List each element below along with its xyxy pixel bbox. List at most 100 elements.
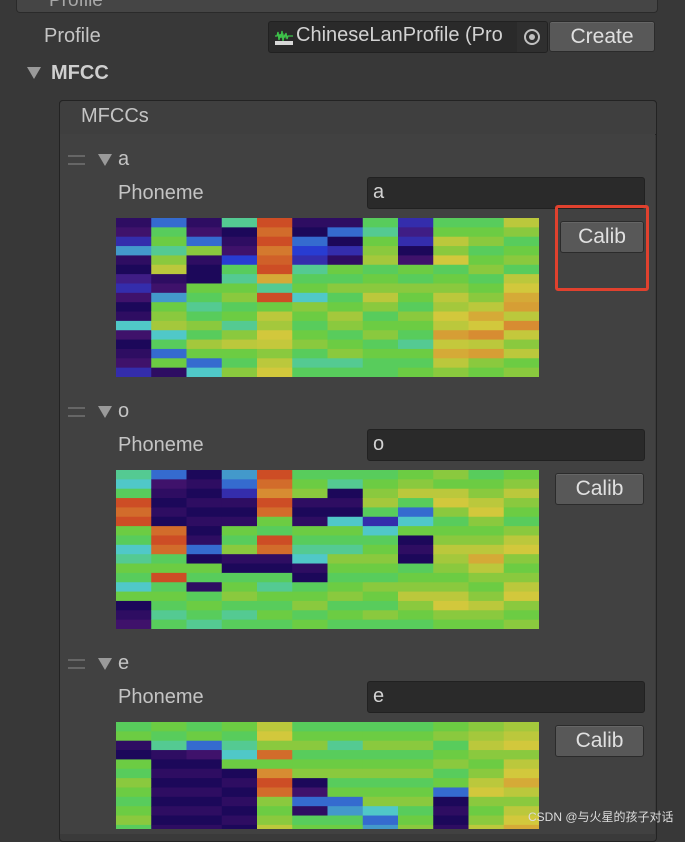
heatmap-cell [257, 582, 293, 593]
phoneme-label: Phoneme [118, 434, 204, 456]
heatmap-cell [362, 824, 399, 829]
heatmap-cell [151, 358, 187, 369]
heatmap-cell [433, 554, 469, 565]
heatmap-cell [292, 796, 328, 807]
heatmap-cell [257, 246, 293, 256]
heatmap-cell [116, 768, 152, 779]
heatmap-cell [327, 731, 364, 742]
mfcc-foldout-arrow-icon[interactable] [27, 67, 41, 79]
heatmap-cell [327, 339, 364, 350]
phoneme-input[interactable]: o [367, 429, 645, 461]
heatmap-cell [468, 283, 505, 294]
heatmap-cell [151, 731, 187, 742]
heatmap-cell [292, 330, 328, 341]
heatmap-cell [151, 796, 187, 807]
heatmap-cell [186, 572, 223, 583]
heatmap-cell [468, 610, 505, 621]
heatmap-cell [327, 274, 364, 284]
heatmap-cell [151, 600, 187, 611]
heatmap-cell [327, 535, 364, 546]
create-button[interactable]: Create [549, 21, 655, 52]
heatmap-cell [362, 470, 399, 480]
heatmap-cell [116, 806, 152, 817]
heatmap-cell [503, 255, 539, 266]
heatmap-cell [151, 824, 187, 829]
heatmap-cell [362, 236, 399, 247]
calib-button[interactable]: Calib [555, 725, 644, 757]
heatmap-cell [468, 339, 505, 350]
heatmap-cell [433, 544, 469, 555]
heatmap-cell [292, 750, 328, 760]
heatmap-cell [116, 591, 152, 602]
heatmap-cell [292, 806, 328, 817]
heatmap-cell [503, 274, 539, 284]
object-picker-icon [524, 29, 540, 45]
heatmap-cell [151, 246, 187, 256]
item-name[interactable]: o [118, 400, 129, 423]
heatmap-cell [257, 283, 293, 294]
heatmap-cell [433, 302, 469, 313]
heatmap-cell [151, 470, 187, 480]
heatmap-cell [151, 255, 187, 266]
heatmap-cell [503, 582, 539, 593]
heatmap-cell [398, 572, 434, 583]
heatmap-cell [151, 535, 187, 546]
calib-button[interactable]: Calib [555, 473, 644, 505]
profile-object-field[interactable]: ChineseLanProfile (Pro [268, 21, 548, 53]
heatmap-cell [151, 367, 187, 377]
heatmap-cell [257, 302, 293, 313]
header-strip-label: Profile [49, 0, 103, 11]
heatmap-cell [503, 246, 539, 256]
heatmap-cell [221, 535, 258, 546]
heatmap-cell [257, 311, 293, 322]
heatmap-cell [186, 488, 223, 499]
object-picker-button[interactable] [517, 22, 547, 52]
heatmap-cell [398, 806, 434, 817]
heatmap-cell [468, 488, 505, 499]
heatmap-cell [433, 750, 469, 760]
item-name[interactable]: e [118, 652, 129, 675]
drag-handle-icon[interactable] [68, 155, 85, 165]
heatmap-cell [503, 554, 539, 565]
heatmap-cell [327, 302, 364, 313]
heatmap-cell [116, 311, 152, 322]
heatmap-cell [292, 768, 328, 779]
mfcc-foldout-label[interactable]: MFCC [51, 62, 109, 85]
heatmap-cell [433, 488, 469, 499]
heatmap-cell [151, 554, 187, 565]
phoneme-input[interactable]: e [367, 681, 645, 713]
heatmap-cell [398, 292, 434, 303]
heatmap-cell [503, 731, 539, 742]
heatmap-cell [433, 600, 469, 611]
heatmap-cell [257, 479, 293, 490]
heatmap-cell [433, 498, 469, 508]
heatmap-cell [257, 796, 293, 807]
heatmap-cell [257, 227, 293, 238]
heatmap-cell [292, 619, 328, 629]
heatmap-cell [362, 488, 399, 499]
heatmap-cell [186, 582, 223, 593]
drag-handle-icon[interactable] [68, 659, 85, 669]
heatmap-cell [257, 255, 293, 266]
heatmap-cell [151, 544, 187, 555]
heatmap-cell [257, 778, 293, 788]
heatmap-cell [433, 255, 469, 266]
calib-button[interactable]: Calib [560, 221, 644, 253]
heatmap-cell [257, 526, 293, 536]
heatmap-cell [433, 283, 469, 294]
heatmap-cell [151, 498, 187, 508]
heatmap-cell [468, 367, 505, 377]
heatmap-cell [186, 796, 223, 807]
heatmap-cell [186, 218, 223, 228]
heatmap-cell [468, 806, 505, 817]
heatmap-cell [221, 544, 258, 555]
item-foldout-arrow-icon[interactable] [98, 154, 112, 166]
heatmap-cell [327, 759, 364, 770]
item-name[interactable]: a [118, 148, 129, 171]
drag-handle-icon[interactable] [68, 407, 85, 417]
heatmap-cell [257, 516, 293, 527]
item-foldout-arrow-icon[interactable] [98, 658, 112, 670]
heatmap-cell [327, 264, 364, 275]
heatmap-cell [221, 236, 258, 247]
item-foldout-arrow-icon[interactable] [98, 406, 112, 418]
